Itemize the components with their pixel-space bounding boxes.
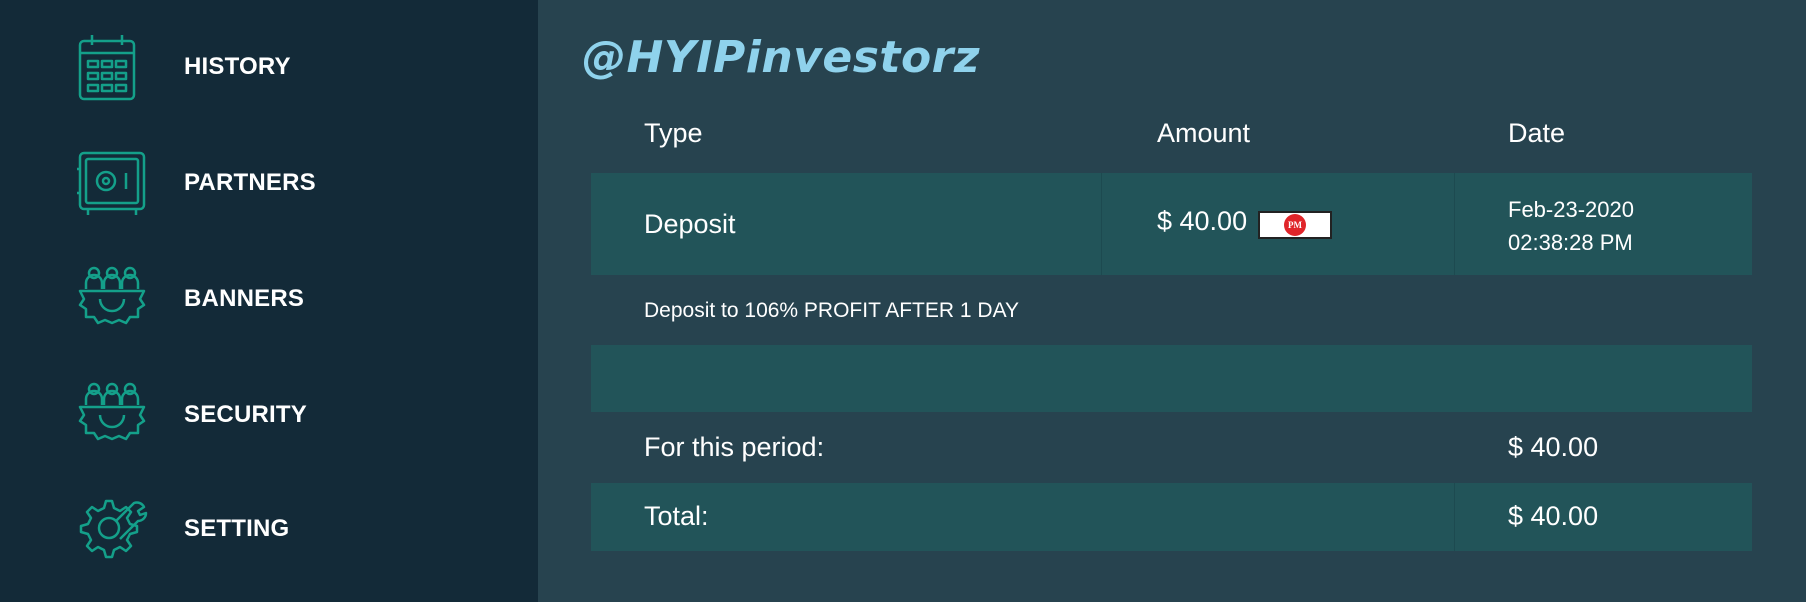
- sidebar-item-label: HISTORY: [184, 53, 291, 80]
- team-gear-icon: [76, 379, 148, 451]
- cell-divider: [1101, 173, 1102, 275]
- calendar-icon: [76, 31, 148, 103]
- total-value: $ 40.00: [1508, 501, 1599, 531]
- period-value: $ 40.00: [1508, 432, 1599, 462]
- period-label: For this period:: [644, 432, 825, 462]
- sidebar-item-label: SECURITY: [184, 401, 307, 428]
- table-row: Deposit $ 40.00 PM Feb-23-2020 02:38:28 …: [591, 173, 1752, 275]
- team-gear-icon: [76, 263, 148, 335]
- transaction-amount: $ 40.00: [1157, 206, 1248, 236]
- main-content: @HYIPinvestorz Type Amount Date Deposit …: [538, 0, 1806, 602]
- sidebar-item-setting[interactable]: SETTING: [0, 484, 538, 574]
- perfect-money-badge: PM: [1258, 211, 1332, 239]
- sidebar-item-security[interactable]: SECURITY: [0, 370, 538, 460]
- sidebar-item-banners[interactable]: BANNERS: [0, 254, 538, 344]
- transaction-date: Feb-23-2020: [1508, 197, 1634, 222]
- wrench-gear-icon: [76, 493, 148, 565]
- column-header-type: Type: [644, 118, 703, 148]
- sidebar-item-partners[interactable]: PARTNERS: [0, 138, 538, 228]
- table-row-period: For this period: $ 40.00: [591, 412, 1752, 483]
- watermark-text: @HYIPinvestorz: [582, 32, 980, 83]
- transaction-time: 02:38:28 PM: [1508, 230, 1633, 255]
- sidebar: HISTORY PARTNERS BANNERS SECURITY SETTIN…: [0, 0, 538, 602]
- transaction-description: Deposit to 106% PROFIT AFTER 1 DAY: [644, 299, 1020, 322]
- column-header-date: Date: [1508, 118, 1566, 148]
- table-row-total: Total: $ 40.00: [591, 483, 1752, 551]
- table-row-spacer: [591, 345, 1752, 412]
- sidebar-item-label: BANNERS: [184, 285, 305, 312]
- transaction-type: Deposit: [644, 209, 736, 239]
- cell-divider: [1454, 173, 1455, 275]
- cell-divider: [1454, 483, 1455, 551]
- table-row-description: Deposit to 106% PROFIT AFTER 1 DAY: [591, 275, 1752, 345]
- pm-logo-icon: PM: [1284, 214, 1306, 236]
- column-header-amount: Amount: [1157, 118, 1251, 148]
- total-label: Total:: [644, 501, 709, 531]
- sidebar-item-history[interactable]: HISTORY: [0, 22, 538, 112]
- safe-icon: [76, 147, 148, 219]
- sidebar-item-label: PARTNERS: [184, 169, 316, 196]
- sidebar-item-label: SETTING: [184, 515, 290, 542]
